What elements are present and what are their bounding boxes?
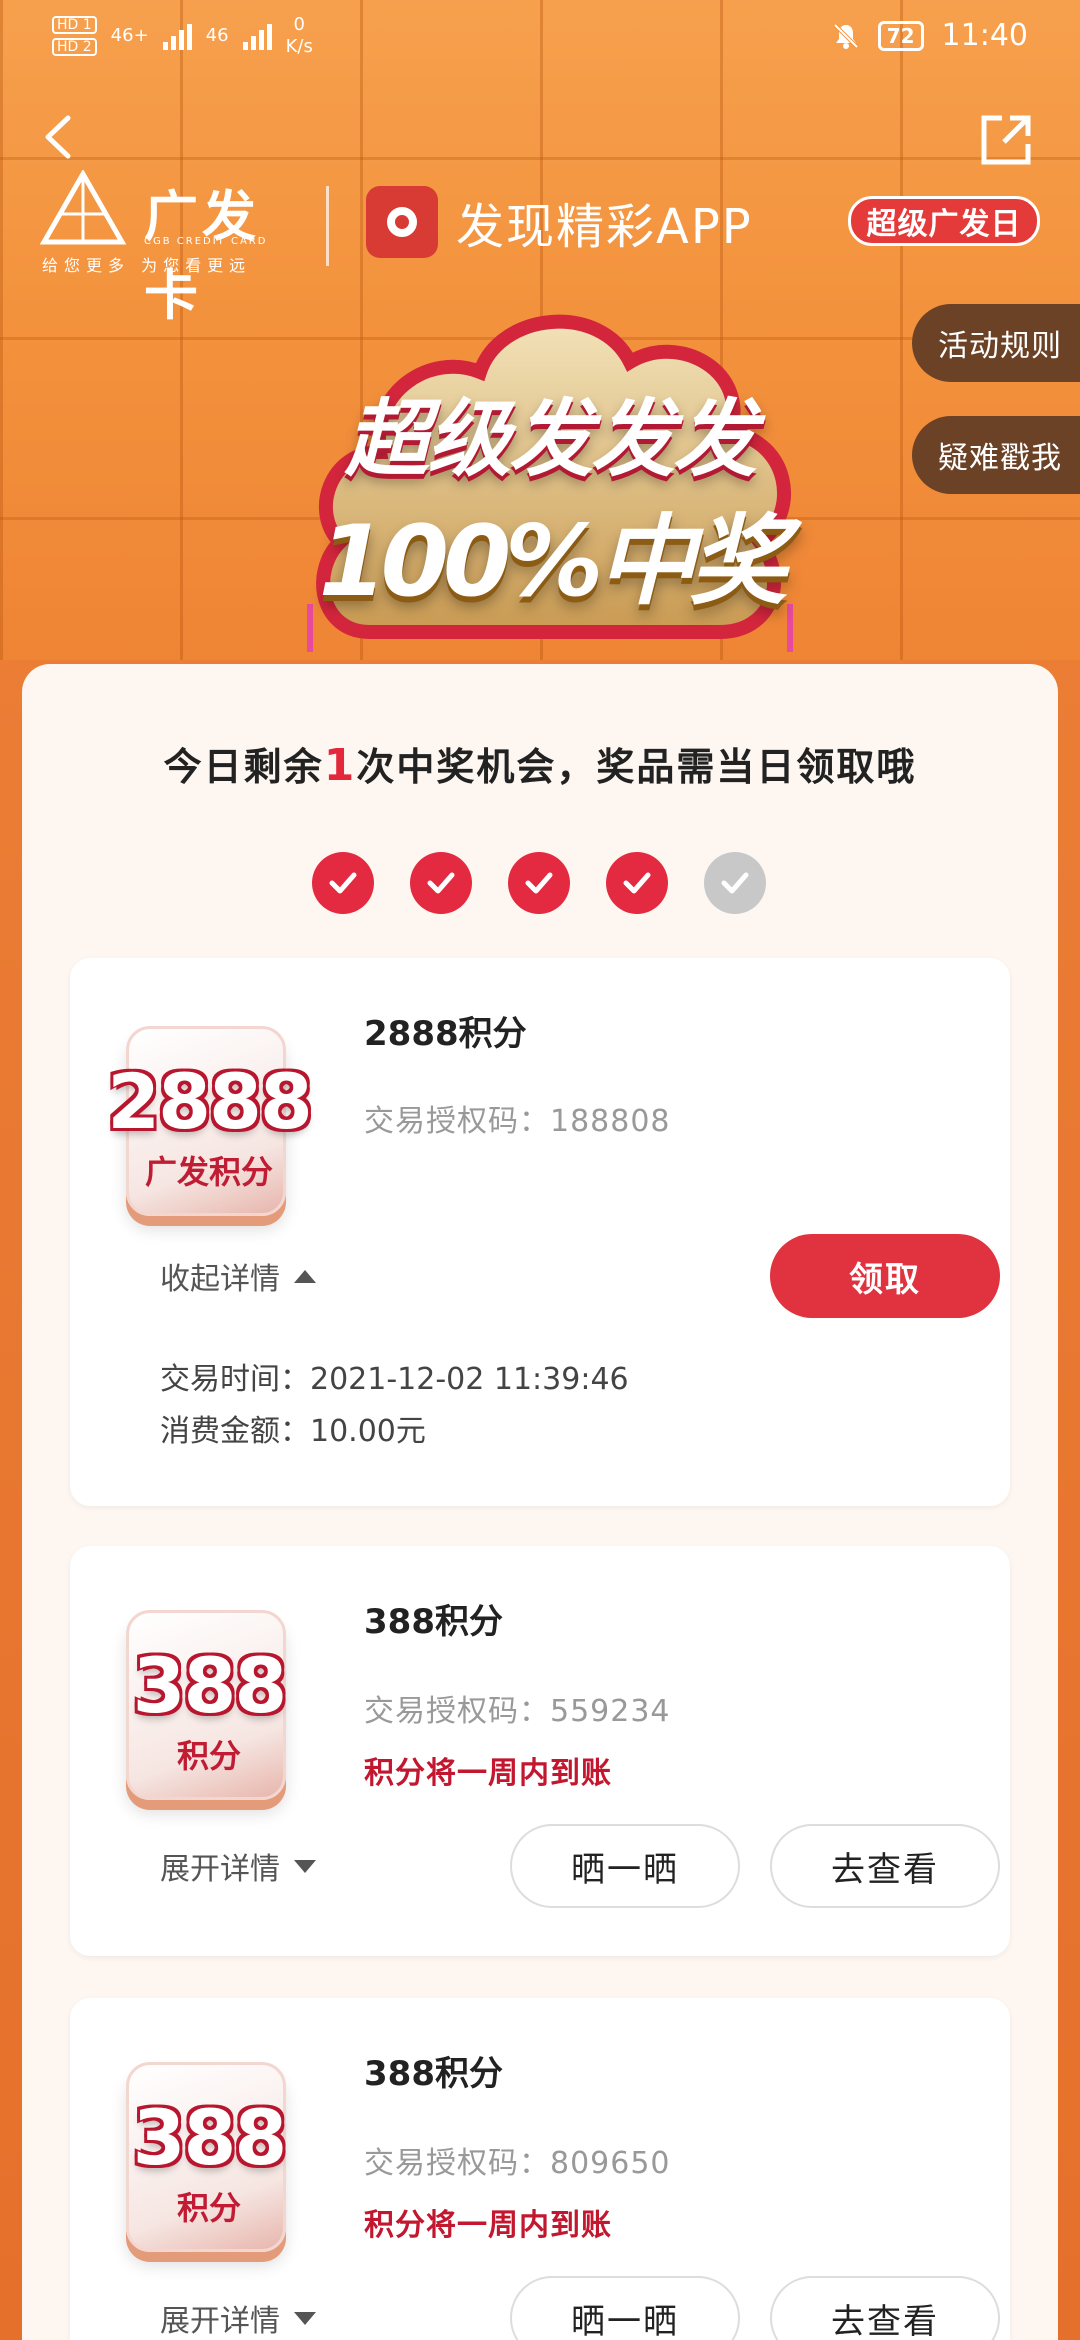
check-icon <box>312 852 374 914</box>
trade-time: 交易时间：2021-12-02 11:39:46 <box>160 1362 629 1397</box>
network-type-1: 46+ <box>110 25 149 46</box>
prize-card: 388 积分 388积分 交易授权码：809650 积分将一周内到账 展开详情 … <box>70 1998 1010 2340</box>
expand-details-toggle[interactable]: 展开详情 <box>160 2296 316 2340</box>
prize-thumbnail: 2888 广发积分 <box>107 1026 313 1216</box>
prize-panel: 今日剩余1次中奖机会，奖品需当日领取哦 2888 广发积分 2888积分 交易授… <box>22 664 1058 2340</box>
check-icon <box>410 852 472 914</box>
chances-prefix: 今日剩余 <box>163 745 324 789</box>
toggle-label: 展开详情 <box>160 1852 280 1887</box>
auth-code: 交易授权码：559234 <box>364 1694 671 1729</box>
arrival-note: 积分将一周内到账 <box>364 2208 612 2243</box>
spend-amount: 消费金额：10.00元 <box>160 1414 426 1449</box>
view-button[interactable]: 去查看 <box>770 2276 1000 2340</box>
signal-icon <box>162 22 192 50</box>
prize-card: 2888 广发积分 2888积分 交易授权码：188808 收起详情 领取 交易… <box>70 958 1010 1506</box>
app-promo: 发现精彩APP <box>366 186 753 258</box>
chance-progress <box>312 852 766 914</box>
sim1-label: HD 1 <box>52 16 97 34</box>
toggle-label: 收起详情 <box>160 1262 280 1297</box>
check-icon <box>606 852 668 914</box>
brand-logo-block: 广发卡 CGB CREDIT CARD 给您更多 为您看更远 <box>40 170 300 327</box>
share-button[interactable]: 晒一晒 <box>510 1824 740 1908</box>
event-badge: 超级广发日 <box>848 196 1040 246</box>
thumb-points: 388 <box>132 2093 288 2182</box>
thumb-points: 2888 <box>107 1057 313 1146</box>
activity-rules-button[interactable]: 活动规则 <box>912 304 1080 382</box>
prize-title: 2888积分 <box>364 1014 527 1054</box>
banner-title: 超级发发发 <box>344 390 757 488</box>
brand-name: 广发卡 <box>144 185 260 327</box>
network-type-2: 46 <box>205 25 229 46</box>
sim-indicators: HD 1 HD 2 <box>52 16 97 56</box>
prize-thumbnail: 388 积分 <box>126 1610 287 1800</box>
status-right: 72 11:40 <box>832 18 1028 53</box>
collapse-details-toggle[interactable]: 收起详情 <box>160 1254 316 1298</box>
prize-card: 388 积分 388积分 交易授权码：559234 积分将一周内到账 展开详情 … <box>70 1546 1010 1956</box>
thumb-label: 广发积分 <box>144 1153 273 1191</box>
caret-down-icon <box>294 1859 316 1873</box>
battery-level: 72 <box>877 20 924 51</box>
caret-down-icon <box>294 2311 316 2325</box>
chances-count: 1 <box>323 740 357 791</box>
thumb-label: 积分 <box>176 1737 241 1775</box>
prize-title: 388积分 <box>364 2054 503 2094</box>
share-button[interactable]: 晒一晒 <box>510 2276 740 2340</box>
thumb-points: 388 <box>132 1641 288 1730</box>
app-name: 发现精彩APP <box>456 199 753 255</box>
caret-up-icon <box>294 1269 316 1283</box>
brand-divider <box>326 186 329 266</box>
check-icon <box>508 852 570 914</box>
auth-code: 交易授权码：809650 <box>364 2146 671 2181</box>
check-icon-unused <box>704 852 766 914</box>
thumb-label: 积分 <box>176 2189 241 2227</box>
help-button[interactable]: 疑难戳我 <box>912 416 1080 494</box>
auth-code: 交易授权码：188808 <box>364 1104 671 1139</box>
prize-thumbnail: 388 积分 <box>126 2062 287 2252</box>
brand-subtitle: CGB CREDIT CARD <box>144 236 268 247</box>
app-logo-icon <box>366 186 438 258</box>
status-left: HD 1 HD 2 46+ 46 0 K/s <box>52 14 313 58</box>
share-external-icon[interactable] <box>978 112 1034 168</box>
signal-icon-2 <box>242 22 272 50</box>
sim2-label: HD 2 <box>52 38 97 56</box>
network-speed: 0 K/s <box>286 14 313 58</box>
cgb-logo-icon <box>40 170 126 245</box>
prize-title: 388积分 <box>364 1602 503 1642</box>
status-bar: HD 1 HD 2 46+ 46 0 K/s 72 11:40 <box>0 0 1080 80</box>
view-button[interactable]: 去查看 <box>770 1824 1000 1908</box>
speed-unit: K/s <box>285 36 313 57</box>
brand-slogan: 给您更多 为您看更远 <box>42 256 252 275</box>
claim-button[interactable]: 领取 <box>770 1234 1000 1318</box>
toggle-label: 展开详情 <box>160 2304 280 2339</box>
clock: 11:40 <box>941 18 1028 53</box>
arrival-note: 积分将一周内到账 <box>364 1756 612 1791</box>
banner-subtitle: 100%中奖 <box>318 505 788 619</box>
expand-details-toggle[interactable]: 展开详情 <box>160 1844 316 1888</box>
mute-bell-icon <box>833 23 859 49</box>
back-arrow-icon[interactable] <box>40 112 76 162</box>
speed-value: 0 <box>293 14 305 35</box>
chances-suffix: 次中奖机会，奖品需当日领取哦 <box>356 745 917 789</box>
remaining-chances-text: 今日剩余1次中奖机会，奖品需当日领取哦 <box>22 736 1058 791</box>
